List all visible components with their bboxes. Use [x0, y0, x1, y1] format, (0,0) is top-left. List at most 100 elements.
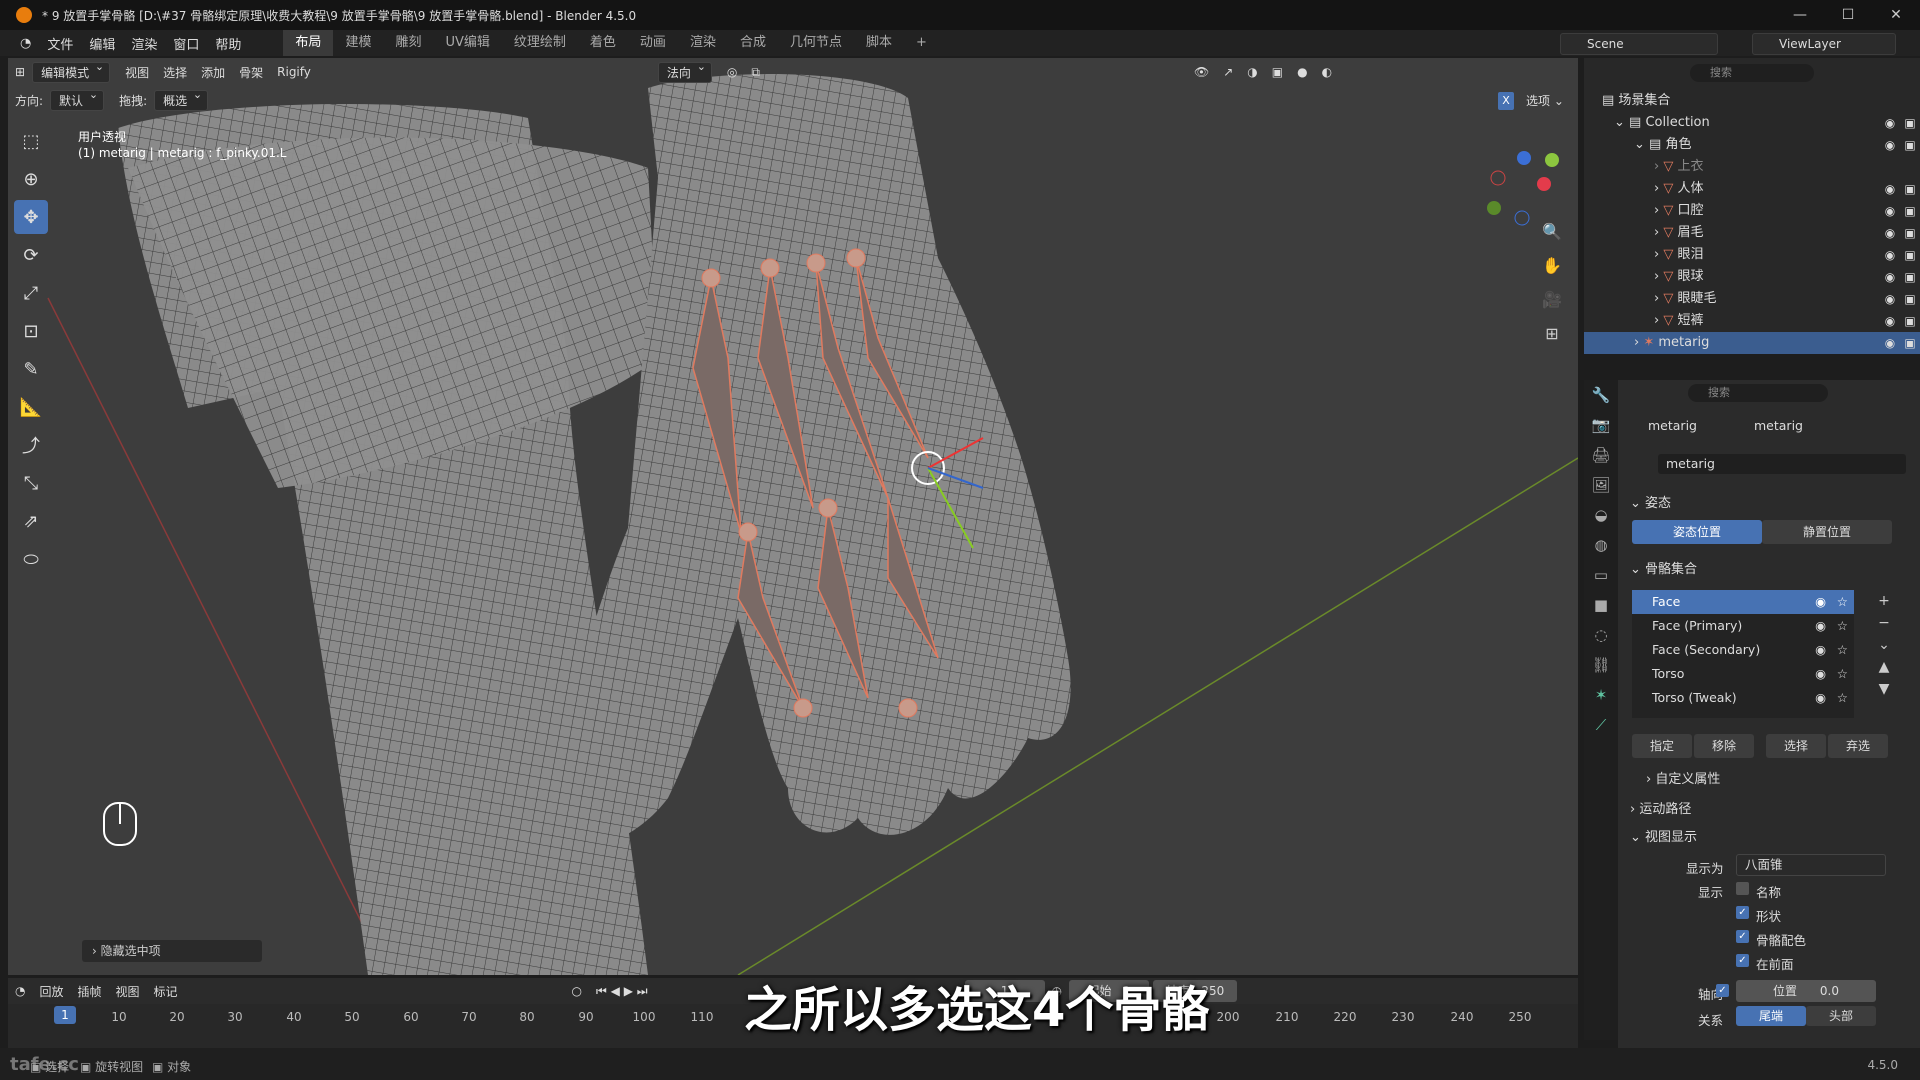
- menu-view[interactable]: 视图: [118, 64, 156, 81]
- scene-selector[interactable]: Scene: [1560, 33, 1718, 55]
- eye-icon[interactable]: ◉: [1882, 332, 1898, 354]
- menu-render[interactable]: 渲染: [123, 34, 165, 53]
- physics-tab-icon[interactable]: ◌: [1584, 620, 1618, 650]
- camera-icon[interactable]: ▣: [1902, 222, 1918, 244]
- pose-section-header[interactable]: ⌄ 姿态: [1630, 492, 1671, 511]
- star-icon[interactable]: ☆: [1837, 662, 1848, 686]
- material-shading-icon[interactable]: ◐: [1315, 65, 1339, 79]
- timeline-view-menu[interactable]: 视图: [109, 983, 147, 1000]
- menu-window[interactable]: 窗口: [165, 34, 207, 53]
- tab-uv-editing[interactable]: UV编辑: [433, 30, 501, 56]
- camera-icon[interactable]: ▣: [1902, 332, 1918, 354]
- view-layer-selector[interactable]: ViewLayer: [1752, 33, 1896, 55]
- tab-modeling[interactable]: 建模: [333, 30, 383, 56]
- world-tab-icon[interactable]: ◍: [1584, 530, 1618, 560]
- direction-selector[interactable]: 默认: [50, 88, 105, 111]
- visibility-icon[interactable]: 👁: [1187, 65, 1216, 79]
- tab-layout[interactable]: 布局: [283, 30, 334, 56]
- overlay-icon[interactable]: ◑: [1240, 65, 1264, 79]
- eye-icon[interactable]: ◉: [1815, 638, 1826, 662]
- pivot-icon[interactable]: ◎: [720, 65, 744, 79]
- constraints-tab-icon[interactable]: ⛓: [1584, 650, 1618, 680]
- timeline-editor-icon[interactable]: ◔: [8, 984, 32, 998]
- timeline-marker-menu[interactable]: 标记: [147, 983, 185, 1000]
- camera-icon[interactable]: ▣: [1902, 200, 1918, 222]
- eye-icon[interactable]: ◉: [1882, 178, 1898, 200]
- menu-rigify[interactable]: Rigify: [270, 65, 318, 79]
- rotate-icon[interactable]: ⟳: [14, 238, 48, 272]
- menu-add[interactable]: 添加: [194, 64, 232, 81]
- bone-collection-item[interactable]: Face (Primary) ◉ ☆: [1632, 614, 1854, 638]
- tab-geometry-nodes[interactable]: 几何节点: [778, 30, 854, 56]
- menu-select[interactable]: 选择: [156, 64, 194, 81]
- move-up-icon[interactable]: ▲: [1874, 656, 1894, 678]
- bone-collection-item[interactable]: Face ◉ ☆: [1632, 590, 1854, 614]
- tab-animation[interactable]: 动画: [628, 30, 678, 56]
- xray-icon[interactable]: ▣: [1265, 65, 1290, 79]
- camera-icon[interactable]: ▣: [1902, 134, 1918, 156]
- select-button[interactable]: 选择: [1766, 734, 1826, 758]
- outliner-object[interactable]: › ▽ 眼球 ◉ ▣: [1584, 266, 1920, 288]
- outliner-object[interactable]: › ▽ 眼睫毛 ◉ ▣: [1584, 288, 1920, 310]
- bone-collections-header[interactable]: ⌄ 骨骼集合: [1630, 558, 1697, 577]
- scale-icon[interactable]: ⤢: [14, 276, 48, 310]
- add-workspace-button[interactable]: +: [904, 30, 939, 56]
- remove-button[interactable]: 移除: [1694, 734, 1754, 758]
- eye-icon[interactable]: ◉: [1882, 200, 1898, 222]
- axes-position-field[interactable]: 位置 0.0: [1736, 980, 1876, 1002]
- star-icon[interactable]: ☆: [1837, 590, 1848, 614]
- eye-icon[interactable]: ◉: [1882, 134, 1898, 156]
- annotate-icon[interactable]: ✎: [14, 352, 48, 386]
- outliner-object[interactable]: › ▽ 人体 ◉ ▣: [1584, 178, 1920, 200]
- camera-icon[interactable]: ▣: [1902, 288, 1918, 310]
- eye-icon[interactable]: ◉: [1882, 112, 1898, 134]
- mirror-x-toggle[interactable]: X: [1498, 92, 1514, 110]
- eye-icon[interactable]: ◉: [1882, 244, 1898, 266]
- bone-size-icon[interactable]: ⤡: [14, 466, 48, 500]
- star-icon[interactable]: ☆: [1837, 638, 1848, 662]
- hide-selected-panel[interactable]: › 隐藏选中项: [82, 940, 262, 962]
- measure-icon[interactable]: 📐: [14, 390, 48, 424]
- bone-collection-item[interactable]: Torso (Tweak) ◉ ☆: [1632, 686, 1854, 710]
- viewport-display-header[interactable]: ⌄ 视图显示: [1630, 826, 1697, 845]
- custom-properties-header[interactable]: › 自定义属性: [1646, 768, 1720, 787]
- menu-edit[interactable]: 编辑: [81, 34, 123, 53]
- tab-sculpting[interactable]: 雕刻: [383, 30, 433, 56]
- bone-tab-icon[interactable]: ⟋: [1584, 710, 1618, 740]
- cursor-icon[interactable]: ⊕: [14, 162, 48, 196]
- outliner-object[interactable]: › ▽ 眉毛 ◉ ▣: [1584, 222, 1920, 244]
- camera-icon[interactable]: ▣: [1902, 244, 1918, 266]
- bone-envelope-icon[interactable]: ⬭: [14, 542, 48, 576]
- armature-data-name-field[interactable]: metarig: [1658, 454, 1906, 474]
- assign-button[interactable]: 指定: [1632, 734, 1692, 758]
- bone-collection-item[interactable]: Face (Secondary) ◉ ☆: [1632, 638, 1854, 662]
- outliner-object[interactable]: › ▽ 口腔 ◉ ▣: [1584, 200, 1920, 222]
- object-tab-icon[interactable]: ■: [1584, 590, 1618, 620]
- snap-icon[interactable]: ⧉: [744, 65, 767, 80]
- blender-menu-icon[interactable]: ◔: [0, 36, 39, 51]
- bone-collection-item[interactable]: Torso ◉ ☆: [1632, 662, 1854, 686]
- outliner-object[interactable]: › ▽ 眼泪 ◉ ▣: [1584, 244, 1920, 266]
- outliner-object[interactable]: › ▽ 上衣: [1584, 156, 1920, 178]
- remove-icon[interactable]: −: [1874, 612, 1894, 634]
- tab-scripting[interactable]: 脚本: [854, 30, 904, 56]
- outliner-object[interactable]: › ▽ 短裤 ◉ ▣: [1584, 310, 1920, 332]
- menu-help[interactable]: 帮助: [207, 34, 249, 53]
- view-layer-tab-icon[interactable]: 🖼: [1584, 470, 1618, 500]
- transform-orientation-selector[interactable]: 法向: [657, 60, 712, 83]
- drag-selector[interactable]: 概选: [154, 88, 209, 111]
- outliner-collection[interactable]: ⌄ ▤ Collection ◉ ▣: [1584, 112, 1920, 134]
- collection-tab-icon[interactable]: ▭: [1584, 560, 1618, 590]
- menu-file[interactable]: 文件: [39, 34, 81, 53]
- chevron-down-icon[interactable]: ⌄: [1874, 634, 1894, 656]
- move-icon[interactable]: ✥: [14, 200, 48, 234]
- star-icon[interactable]: ☆: [1837, 686, 1848, 710]
- options-dropdown[interactable]: 选项 ⌄: [1526, 92, 1564, 109]
- relation-head-button[interactable]: 头部: [1806, 1006, 1876, 1026]
- playback-controls[interactable]: ⏮ ◀ ▶ ⏭: [589, 984, 655, 999]
- outliner-scene-collection[interactable]: ▤ 场景集合: [1584, 90, 1920, 112]
- bone-colors-checkbox[interactable]: ✓: [1736, 930, 1749, 943]
- timeline-keying-menu[interactable]: 插帧: [71, 983, 109, 1000]
- menu-armature[interactable]: 骨架: [232, 64, 270, 81]
- gizmo-icon[interactable]: ↗: [1216, 65, 1240, 79]
